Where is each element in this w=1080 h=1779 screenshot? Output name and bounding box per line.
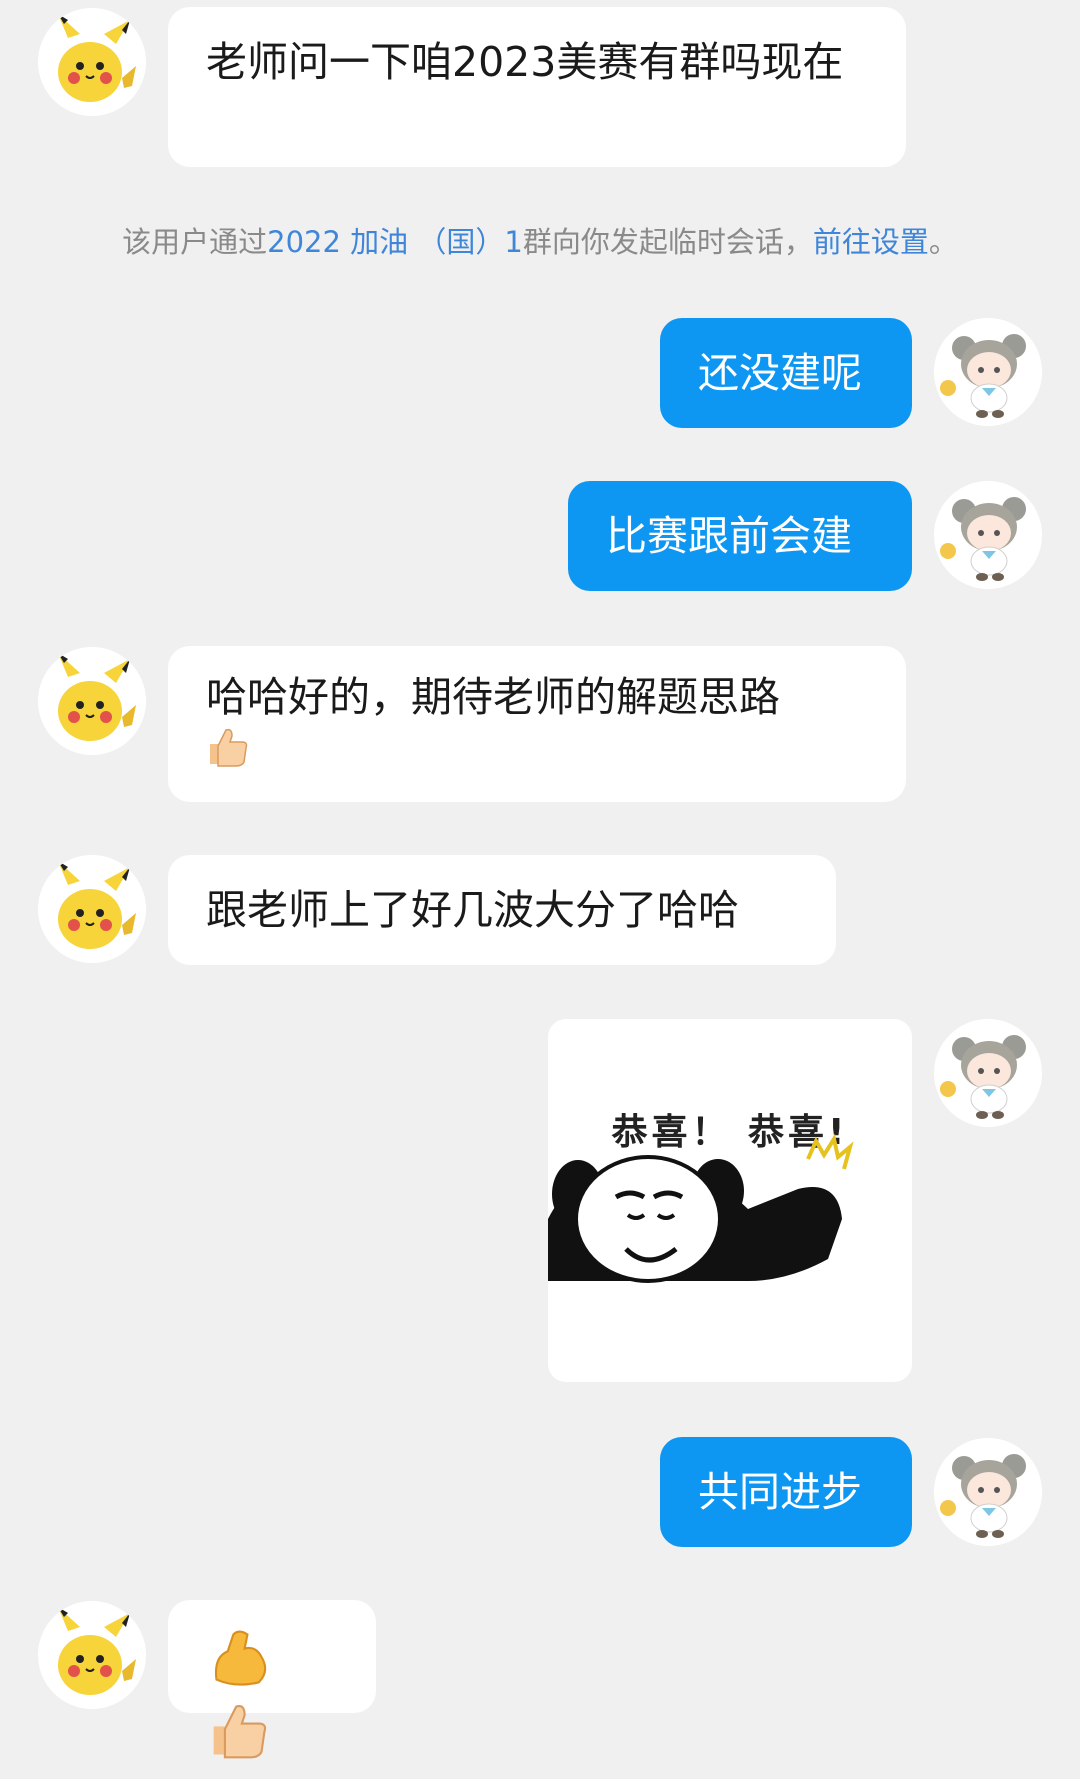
notice-prefix: 该用户通过 [122, 225, 268, 259]
message-bubble-incoming[interactable] [168, 1600, 376, 1759]
message-text: 老师问一下咱2023美赛有群吗现在 [206, 38, 844, 86]
avatar[interactable] [934, 1438, 1042, 1546]
thumbs-up-icon [206, 726, 250, 783]
chibi-girl-avatar-icon [934, 1019, 1042, 1127]
temporary-session-notice: 该用户通过2022 加油 （国）1群向你发起临时会话，前往设置。 [0, 222, 1080, 262]
avatar[interactable] [38, 647, 146, 755]
chibi-girl-avatar-icon [934, 318, 1042, 426]
avatar[interactable] [38, 8, 146, 116]
message-bubble-incoming[interactable]: 跟老师上了好几波大分了哈哈 [168, 855, 836, 965]
avatar[interactable] [38, 855, 146, 963]
message-bubble-incoming[interactable]: 哈哈好的，期待老师的解题思路 [168, 646, 906, 802]
message-text: 共同进步 [698, 1468, 862, 1516]
message-text: 跟老师上了好几波大分了哈哈 [206, 886, 739, 934]
chibi-girl-avatar-icon [934, 1438, 1042, 1546]
message-bubble-outgoing[interactable]: 比赛跟前会建 [568, 481, 912, 591]
pikachu-avatar-icon [38, 855, 146, 963]
avatar[interactable] [38, 1601, 146, 1709]
message-bubble-outgoing[interactable]: 共同进步 [660, 1437, 912, 1547]
pikachu-avatar-icon [38, 647, 146, 755]
message-text: 还没建呢 [698, 349, 862, 397]
flexed-biceps-icon [208, 1626, 270, 1701]
pikachu-avatar-icon [38, 1601, 146, 1709]
notice-suffix: 。 [928, 225, 958, 259]
message-text: 比赛跟前会建 [606, 512, 852, 560]
notice-middle: 群向你发起临时会话， [522, 225, 813, 259]
pikachu-avatar-icon [38, 8, 146, 116]
thumbs-up-icon [208, 1701, 270, 1776]
chibi-girl-avatar-icon [934, 481, 1042, 589]
message-bubble-incoming[interactable]: 老师问一下咱2023美赛有群吗现在 [168, 7, 906, 167]
avatar[interactable] [934, 481, 1042, 589]
avatar[interactable] [934, 1019, 1042, 1127]
message-text: 哈哈好的，期待老师的解题思路 [206, 673, 780, 721]
panda-meme-icon [548, 1133, 854, 1283]
sticker-message[interactable]: 恭喜！ 恭喜! [548, 1019, 912, 1382]
settings-link[interactable]: 前往设置 [813, 225, 929, 259]
message-bubble-outgoing[interactable]: 还没建呢 [660, 318, 912, 428]
group-link[interactable]: 2022 加油 （国）1 [267, 225, 523, 259]
avatar[interactable] [934, 318, 1042, 426]
